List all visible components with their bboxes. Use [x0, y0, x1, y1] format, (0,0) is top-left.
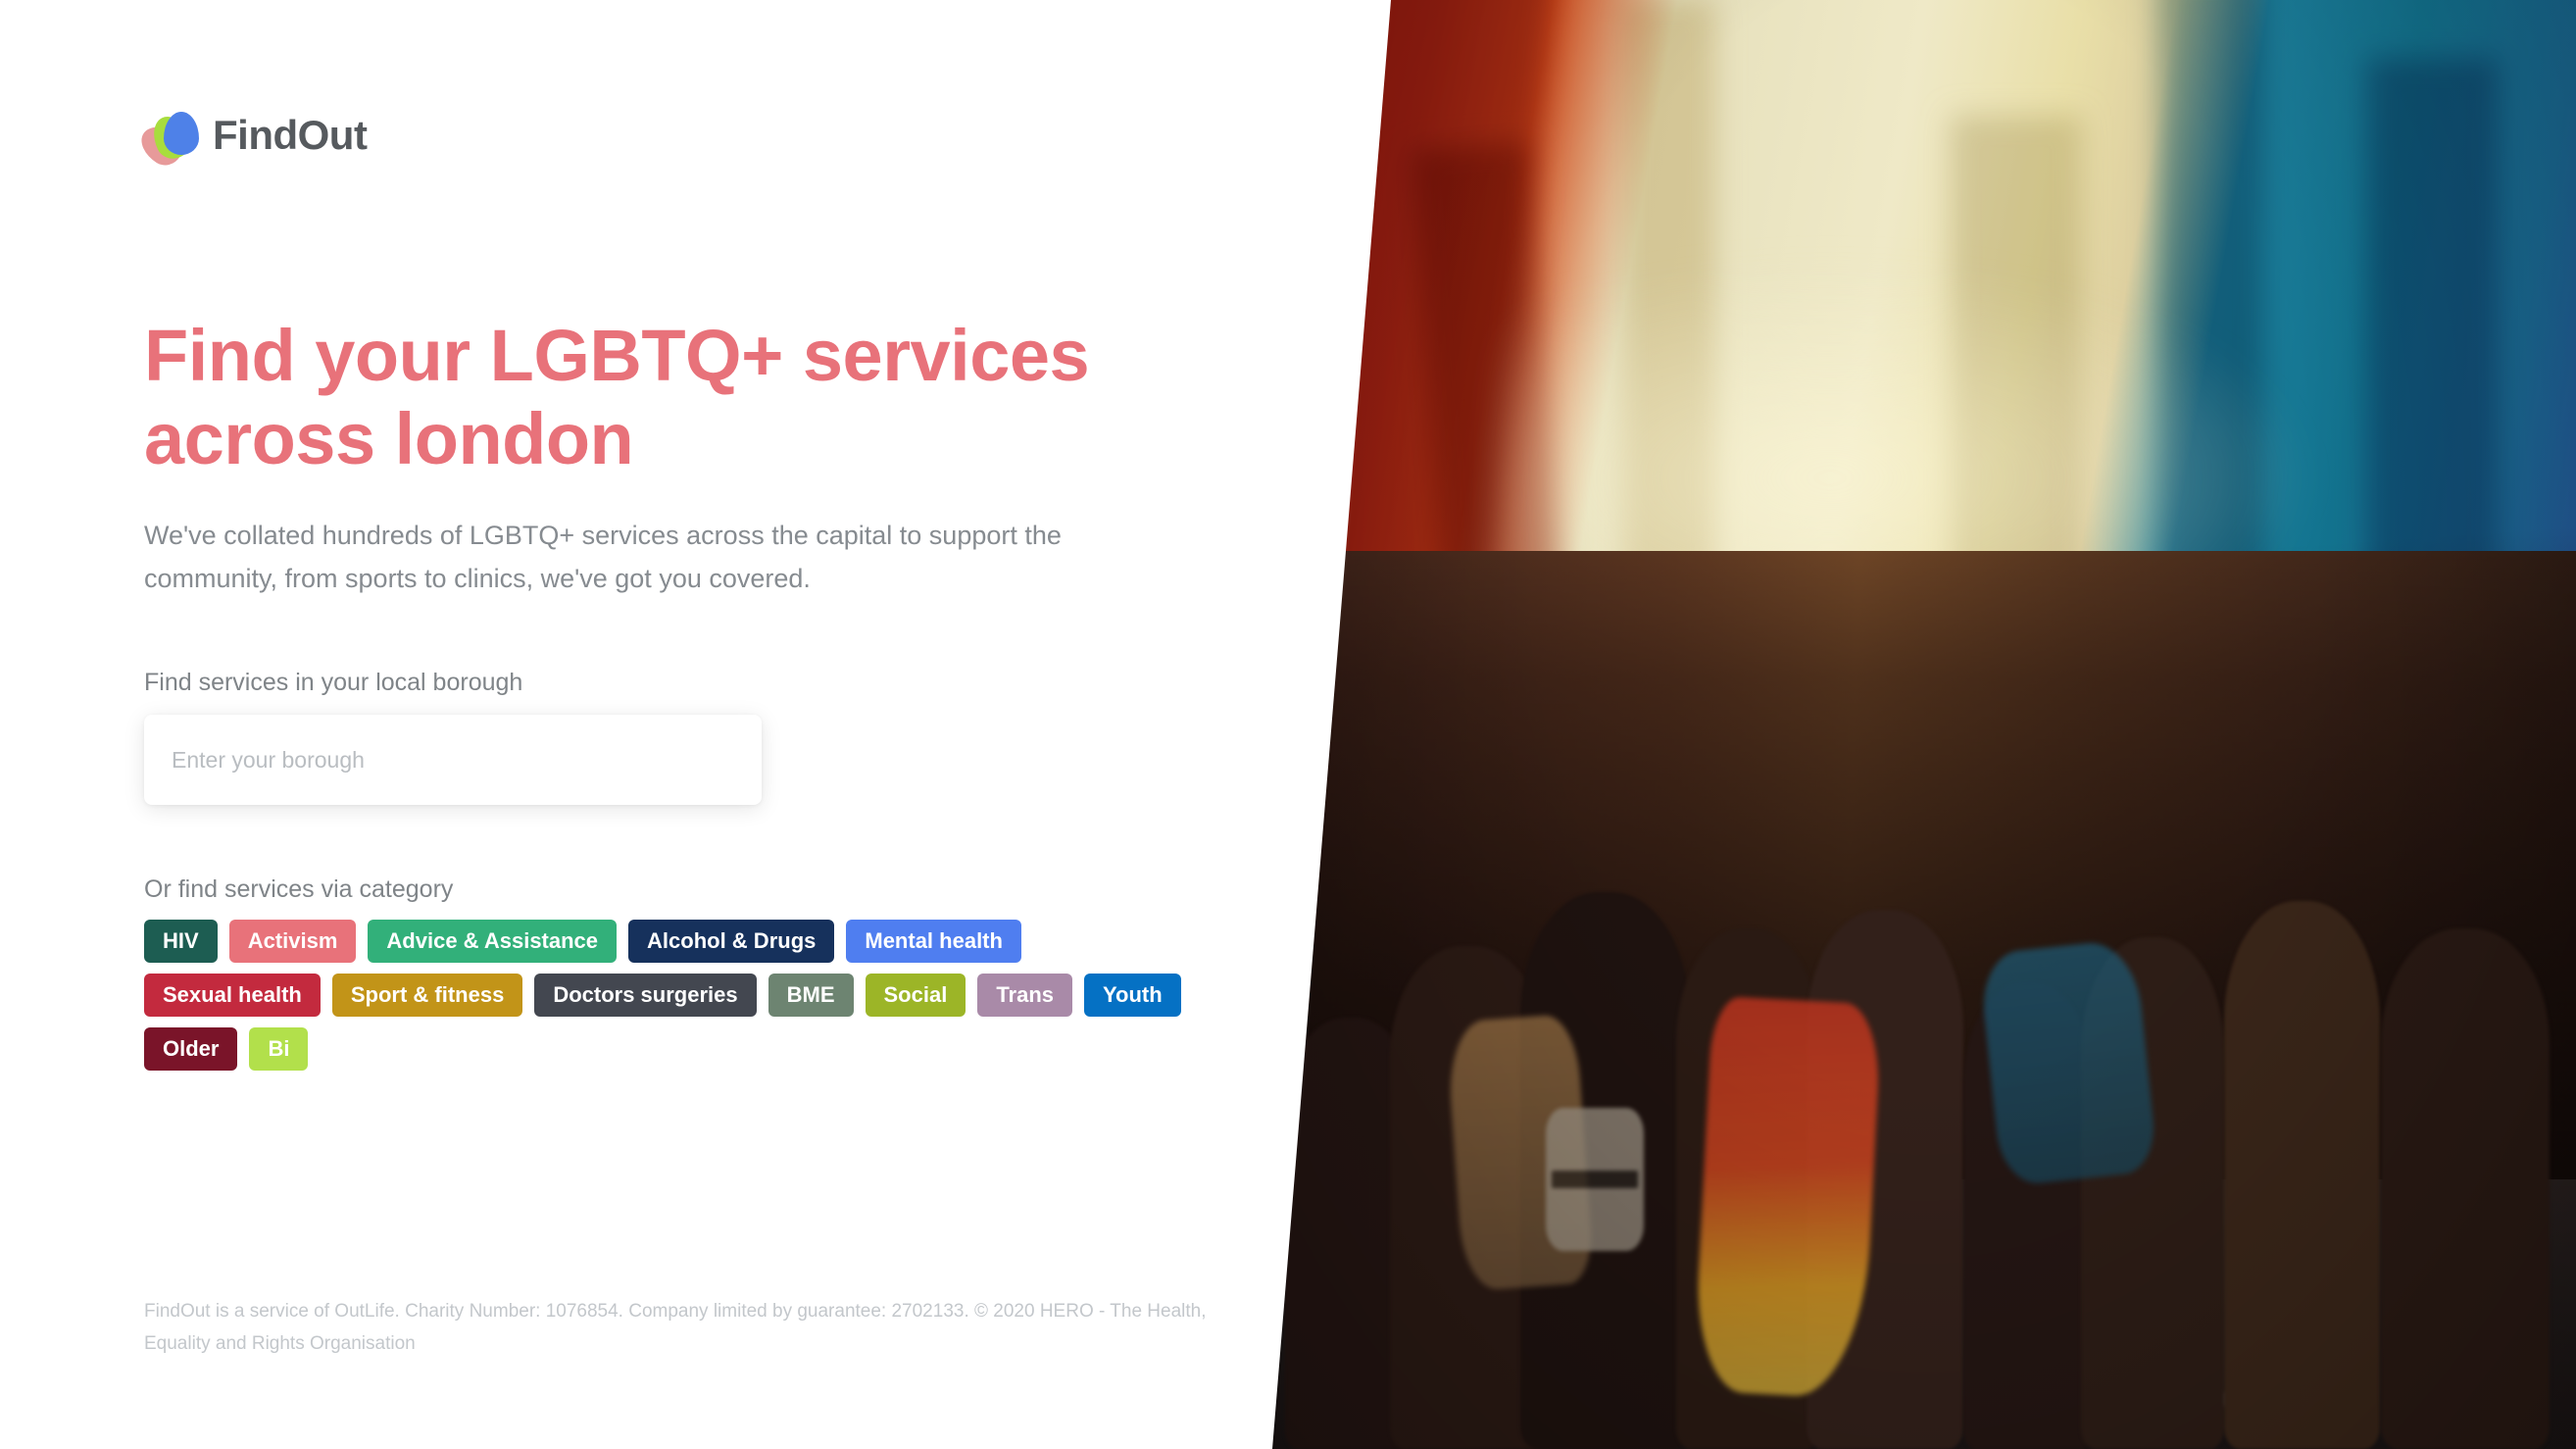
category-tag[interactable]: Bi: [249, 1027, 309, 1071]
category-tag[interactable]: Doctors surgeries: [534, 974, 757, 1017]
category-section-label: Or find services via category: [144, 875, 454, 903]
hero-image: [1272, 0, 2576, 1449]
category-tag[interactable]: Sexual health: [144, 974, 321, 1017]
category-tag[interactable]: Mental health: [846, 920, 1021, 963]
landing-page: FindOut Find your LGBTQ+ services across…: [0, 0, 2576, 1449]
logo-petal-blue: [164, 112, 199, 155]
category-tag[interactable]: BME: [768, 974, 854, 1017]
category-tag[interactable]: Advice & Assistance: [368, 920, 618, 963]
content-column: FindOut Find your LGBTQ+ services across…: [0, 0, 1304, 1449]
category-tag[interactable]: Trans: [977, 974, 1073, 1017]
category-tag[interactable]: Sport & fitness: [331, 974, 523, 1017]
category-tag[interactable]: HIV: [144, 920, 218, 963]
category-tag-list: HIV Activism Advice & Assistance Alcohol & …: [144, 920, 1203, 1071]
category-tag[interactable]: Older: [144, 1027, 238, 1071]
category-tag[interactable]: Youth: [1084, 974, 1181, 1017]
borough-search-input[interactable]: [144, 715, 762, 805]
site-logo[interactable]: FindOut: [133, 110, 368, 172]
category-tag[interactable]: Alcohol & Drugs: [628, 920, 835, 963]
page-title: Find your LGBTQ+ services across london: [144, 315, 1090, 480]
category-tag[interactable]: Social: [865, 974, 966, 1017]
footer-text: FindOut is a service of OutLife. Charity…: [144, 1301, 1207, 1355]
category-tag[interactable]: Activism: [228, 920, 357, 963]
borough-search-label: Find services in your local borough: [144, 669, 523, 696]
pride-parade-photo: [1272, 0, 2576, 1449]
hero-subtitle: We've collated hundreds of LGBTQ+ servic…: [144, 521, 1062, 593]
logo-wordmark: FindOut: [213, 112, 368, 158]
photo-vignette: [1272, 0, 2576, 1449]
findout-petals-logo-icon: [133, 110, 199, 172]
